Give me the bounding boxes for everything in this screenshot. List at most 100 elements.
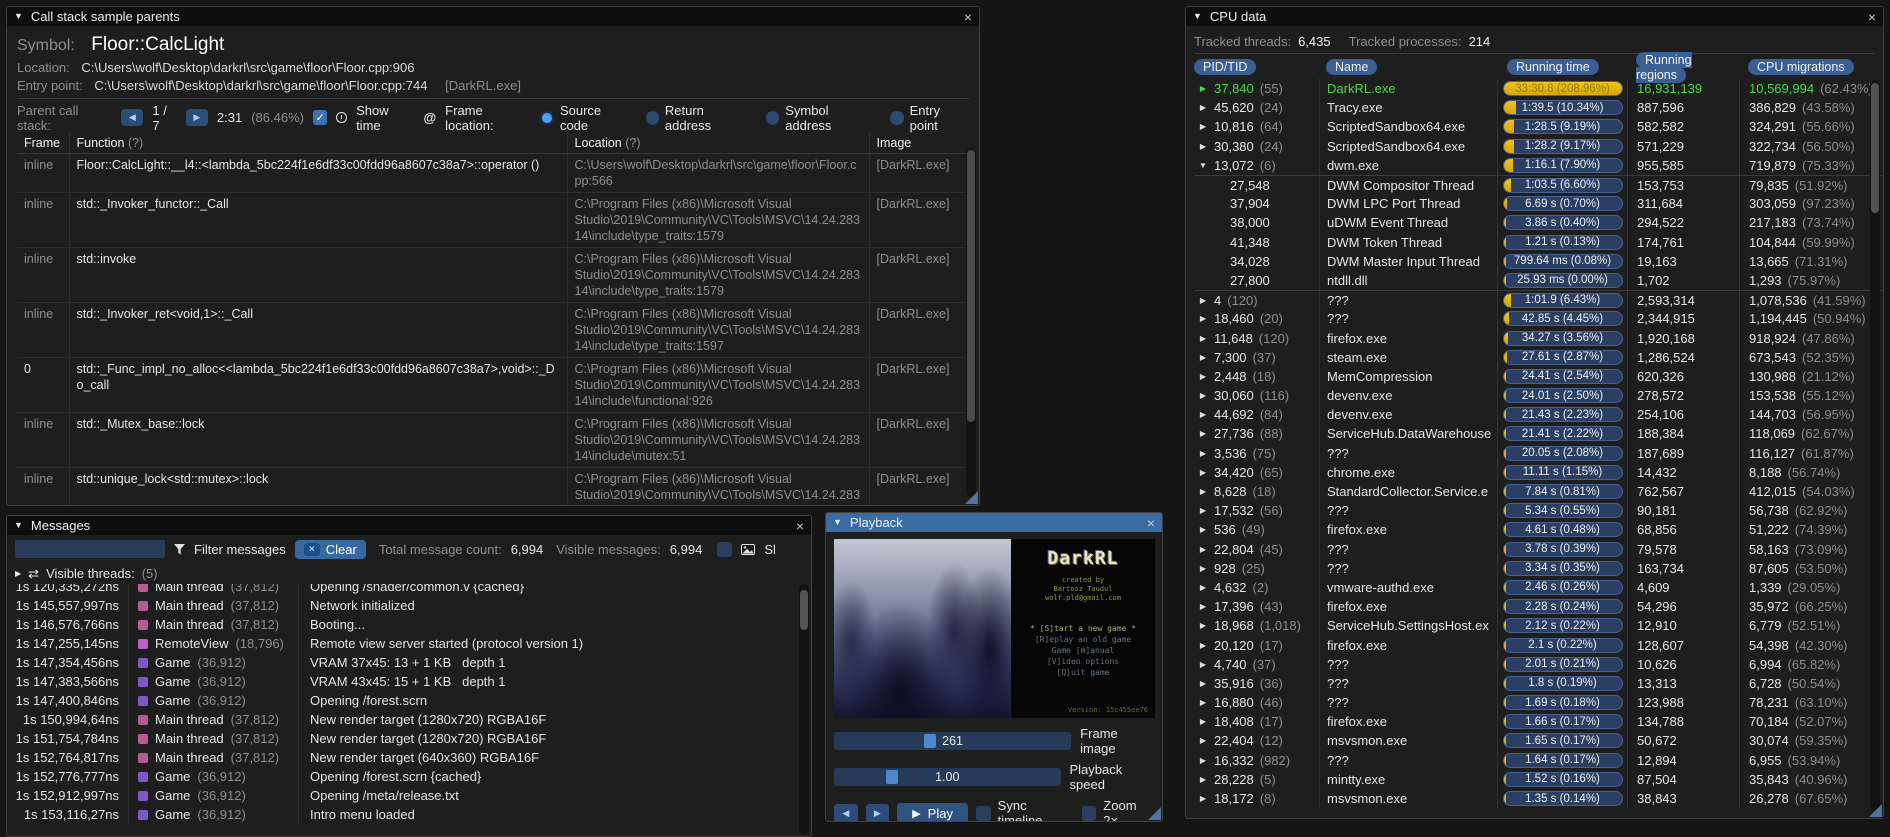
expand-icon[interactable]: ▶ xyxy=(1198,429,1208,438)
message-row[interactable]: 1s 145,557,997ns Main thread (37,812) Netwo… xyxy=(7,596,811,615)
callstack-scrollbar[interactable] xyxy=(966,148,976,497)
expand-icon[interactable]: ▶ xyxy=(1198,545,1208,554)
expand-icon[interactable]: ▶ xyxy=(1198,372,1208,381)
cpu-table-row[interactable]: ▶ 45,620 (24) Tracy.exe 1:39.5 (10.34%) 887,5… xyxy=(1194,98,1883,118)
cpu-table-row[interactable]: ▶ 3,536 (75)??? 20.05 s (2.08%) 187,689 116,1… xyxy=(1194,443,1883,463)
cpu-table-row[interactable]: ▶ 4,740 (37)??? 2.01 s (0.21%) 10,626 6,994 (6… xyxy=(1194,654,1883,674)
prev-frame-button[interactable]: ◀ xyxy=(834,803,858,821)
messages-scrollbar[interactable] xyxy=(799,584,809,834)
cpu-table-row[interactable]: ▶ 22,804 (45)??? 3.78 s (0.39%) 79,578 58,163… xyxy=(1194,539,1883,559)
expand-icon[interactable]: ▶ xyxy=(1198,525,1208,534)
frame-location-option[interactable]: Symbol address xyxy=(765,103,874,133)
expand-icon[interactable]: ▶ xyxy=(1198,660,1208,669)
expand-icon[interactable]: ▶ xyxy=(1198,794,1208,803)
radio-icon[interactable] xyxy=(890,110,904,125)
expand-icon[interactable]: ▶ xyxy=(1198,122,1208,131)
cpu-table-row[interactable]: 27,548 DWM Compositor Thread 1:03.5 (6.60%… xyxy=(1194,174,1883,195)
expand-icon[interactable]: ▶ xyxy=(1198,103,1208,112)
show-images-checkbox[interactable] xyxy=(717,541,733,557)
expand-icon[interactable]: ▶ xyxy=(1198,314,1208,323)
cpu-table-row[interactable]: ▶ 35,916 (36)??? 1.8 s (0.19%) 13,313 6,728 (5… xyxy=(1194,673,1883,693)
sync-timeline-option[interactable]: Sync timeline xyxy=(975,798,1074,821)
slider-grab[interactable] xyxy=(886,770,899,784)
function-column-header[interactable]: Function (?) xyxy=(68,133,567,154)
scrollbar-thumb[interactable] xyxy=(800,590,808,630)
cpu-table-row[interactable]: ▶ 20,120 (17) firefox.exe 2.1 s (0.22%) 128,6… xyxy=(1194,635,1883,655)
callstack-row[interactable]: inline Floor::CalcLight::__l4::<lambda_5b… xyxy=(17,153,969,193)
expand-icon[interactable]: ▶ xyxy=(1198,506,1208,515)
expand-icon[interactable]: ▶ xyxy=(1198,679,1208,688)
callstack-row[interactable]: inline std::invoke C:\Program Files (x86)\… xyxy=(17,247,969,303)
cpu-table-row[interactable]: ▶ 4 (120)??? 1:01.9 (6.43%) 2,593,314 1,078,5… xyxy=(1194,290,1883,310)
image-column-header[interactable]: Image xyxy=(868,133,969,154)
expand-icon[interactable]: ▶ xyxy=(1198,775,1208,784)
message-row[interactable]: 1s 152,776,777ns Game (36,912) Opening /for… xyxy=(7,767,811,786)
cpu-table-row[interactable]: ▶ 10,816 (64) ScriptedSandbox64.exe 1:28.5 (… xyxy=(1194,117,1883,137)
expand-icon[interactable]: ▶ xyxy=(1198,391,1208,400)
cpu-table-row[interactable]: 41,348 DWM Token Thread 1.21 s (0.13%) 174,… xyxy=(1194,232,1883,252)
cpu-table-row[interactable]: ▶ 2,448 (18) MemCompression 24.41 s (2.54%) 6… xyxy=(1194,366,1883,386)
frame-location-option[interactable]: Source code xyxy=(540,103,629,133)
cpu-table-row[interactable]: ▶ 11,648 (120) firefox.exe 34.27 s (3.56%) 1,… xyxy=(1194,328,1883,348)
cpu-table-row[interactable]: 38,000 uDWM Event Thread 3.86 s (0.40%) 294… xyxy=(1194,213,1883,233)
message-row[interactable]: 1s 120,335,272ns Main thread (37,812) Openi… xyxy=(7,584,811,596)
radio-icon[interactable] xyxy=(540,110,554,125)
message-row[interactable]: 1s 147,383,566ns Game (36,912) VRAM 43x45: … xyxy=(7,672,811,691)
expand-icon[interactable]: ▶ xyxy=(1198,736,1208,745)
cpu-table-row[interactable]: ▶ 34,420 (65) chrome.exe 11.11 s (1.15%) 14,4… xyxy=(1194,462,1883,482)
message-row[interactable]: 1s 152,912,997ns Game (36,912) Opening /met… xyxy=(7,786,811,805)
close-icon[interactable]: × xyxy=(796,519,804,533)
zoom-checkbox[interactable] xyxy=(1081,805,1097,821)
radio-icon[interactable] xyxy=(645,110,659,125)
cpu-table-row[interactable]: ▶ 18,172 (8) msvsmon.exe 1.35 s (0.14%) 38,84… xyxy=(1194,788,1883,809)
cpu-table-row[interactable]: ▶ 30,060 (116) devenv.exe 24.01 s (2.50%) 278… xyxy=(1194,386,1883,406)
running-time-column-header[interactable]: Running time xyxy=(1507,59,1599,75)
slider-grab[interactable] xyxy=(924,734,937,748)
cpu-table-row[interactable]: ▶ 18,408 (17) firefox.exe 1.66 s (0.17%) 134,… xyxy=(1194,712,1883,732)
cpu-table-row[interactable]: ▶ 7,300 (37) steam.exe 27.61 s (2.87%) 1,286,… xyxy=(1194,347,1883,367)
cpu-table-row[interactable]: 37,904 DWM LPC Port Thread 6.69 s (0.70%) 3… xyxy=(1194,194,1883,214)
cpu-table-row[interactable]: ▶ 536 (49) firefox.exe 4.61 s (0.48%) 68,856 5… xyxy=(1194,520,1883,540)
close-icon[interactable]: × xyxy=(1147,516,1155,530)
frame-location-option[interactable]: Entry point xyxy=(890,103,969,133)
collapse-icon[interactable]: ▼ xyxy=(14,12,23,21)
resize-grip[interactable] xyxy=(965,491,978,504)
shuffle-icon[interactable]: ⇄ xyxy=(28,566,39,582)
expand-icon[interactable]: ▶ xyxy=(1198,602,1208,611)
filter-input[interactable] xyxy=(15,540,165,558)
callstack-row[interactable]: inline std::_Invoker_ret<void,1>::_Call C:… xyxy=(17,302,969,358)
cpu-table-row[interactable]: ▶ 16,880 (46)??? 1.69 s (0.18%) 123,988 78,23… xyxy=(1194,693,1883,713)
expand-icon[interactable]: ▶ xyxy=(1198,296,1208,305)
cpu-table-row[interactable]: ▶ 37,840 (55) DarkRL.exe 33:30.8 (208.96%) 16… xyxy=(1194,79,1883,99)
message-row[interactable]: 1s 147,400,846ns Game (36,912) Opening /for… xyxy=(7,691,811,710)
name-column-header[interactable]: Name xyxy=(1326,59,1378,75)
callstack-row[interactable]: 0 std::_Func_impl_no_alloc<<lambda_5bc224… xyxy=(17,357,969,413)
callstack-row[interactable]: inline std::_Mutex_base::lock C:\Program F… xyxy=(17,412,969,468)
expand-icon[interactable]: ▶ xyxy=(1198,142,1208,151)
collapse-icon[interactable]: ▼ xyxy=(14,521,23,530)
resize-grip[interactable] xyxy=(1148,807,1161,820)
expand-icon[interactable]: ▶ xyxy=(1198,564,1208,573)
callstack-row[interactable]: inline std::_Invoker_functor::_Call C:\Pro… xyxy=(17,192,969,248)
prev-frame-button[interactable]: ◀ xyxy=(121,109,144,126)
sync-timeline-checkbox[interactable] xyxy=(975,805,991,821)
expand-icon[interactable]: ▶ xyxy=(1198,621,1208,630)
cpu-table-row[interactable]: ▶ 30,380 (24) ScriptedSandbox64.exe 1:28.2 (… xyxy=(1194,136,1883,156)
cpu-table-row[interactable]: ▶ 928 (25)??? 3.34 s (0.35%) 163,734 87,605 (5… xyxy=(1194,558,1883,578)
clear-button[interactable]: × Clear xyxy=(294,539,366,559)
resize-grip[interactable] xyxy=(1869,804,1882,817)
frame-location-option[interactable]: Return address xyxy=(645,103,750,133)
collapse-icon[interactable]: ▼ xyxy=(1193,12,1202,21)
expand-icon[interactable]: ▶ xyxy=(15,569,21,578)
callstack-row[interactable]: inline std::unique_lock<std::mutex>::lock… xyxy=(17,467,969,505)
running-regions-column-header[interactable]: Running regions xyxy=(1636,51,1692,83)
expand-icon[interactable]: ▶ xyxy=(1198,84,1208,93)
message-row[interactable]: 1s 150,994,64ns Main thread (37,812) New re… xyxy=(7,710,811,729)
frame-image-slider[interactable]: 261 xyxy=(834,732,1072,750)
zoom-option[interactable]: Zoom 2× xyxy=(1081,798,1154,821)
visible-threads-row[interactable]: ▶ ⇄ Visible threads: (5) xyxy=(7,563,811,584)
message-row[interactable]: 1s 151,754,784ns Main thread (37,812) New r… xyxy=(7,729,811,748)
cpu-scrollbar[interactable] xyxy=(1870,80,1880,810)
frame-column-header[interactable]: Frame xyxy=(17,133,69,154)
scrollbar-thumb[interactable] xyxy=(1871,83,1879,213)
